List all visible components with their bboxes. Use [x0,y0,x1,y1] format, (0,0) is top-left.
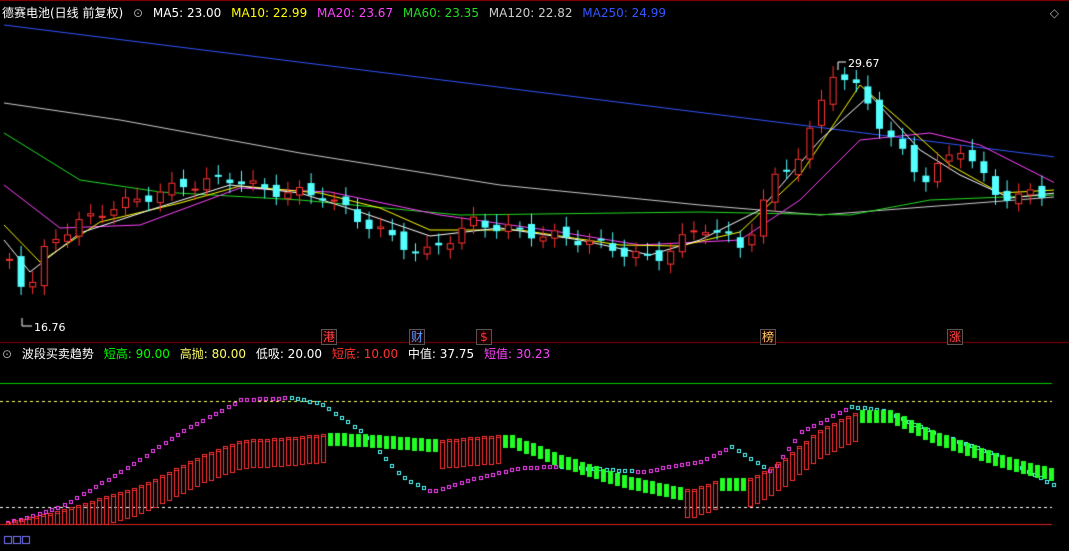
marker-finance[interactable]: 财 [409,329,425,345]
main-chart-header: 德赛电池(日线 前复权) ⊙ MA5: 23.00 MA10: 22.99 MA… [2,4,672,22]
marker-board[interactable]: 榜 [760,329,776,345]
low-price-label: 16.76 [34,321,66,334]
marker-hk[interactable]: 港 [321,329,337,345]
param-short-value: 短值: 30.23 [483,347,551,361]
high-price-label: 29.67 [848,57,880,70]
ma60-value: MA60: 23.35 [402,6,479,20]
param-low-buy: 低吸: 20.00 [255,347,323,361]
stock-title[interactable]: 德赛电池(日线 前复权) [2,6,123,20]
ma250-value: MA250: 24.99 [582,6,666,20]
diamond-icon[interactable]: ◇ [1050,4,1059,22]
marker-rise[interactable]: 涨 [947,329,963,345]
ma20-value: MA20: 23.67 [317,6,394,20]
marker-dollar[interactable]: $ [476,329,492,345]
ma120-value: MA120: 22.82 [488,6,573,20]
param-mid-value: 中值: 37.75 [407,347,475,361]
param-high-sell: 高抛: 80.00 [179,347,246,361]
settings-circle-icon[interactable]: ⊙ [133,6,143,20]
indicator-header: ⊙ 波段买卖趋势 短高: 90.00 高抛: 80.00 低吸: 20.00 短… [2,345,556,363]
ma5-value: MA5: 23.00 [152,6,222,20]
ma10-value: MA10: 22.99 [231,6,308,20]
indicator-settings-icon[interactable]: ⊙ [2,347,12,361]
kline-chart-canvas[interactable] [0,0,1069,551]
param-short-high: 短高: 90.00 [103,347,170,361]
indicator-name[interactable]: 波段买卖趋势 [22,347,94,361]
param-short-bottom: 短底: 10.00 [331,347,399,361]
